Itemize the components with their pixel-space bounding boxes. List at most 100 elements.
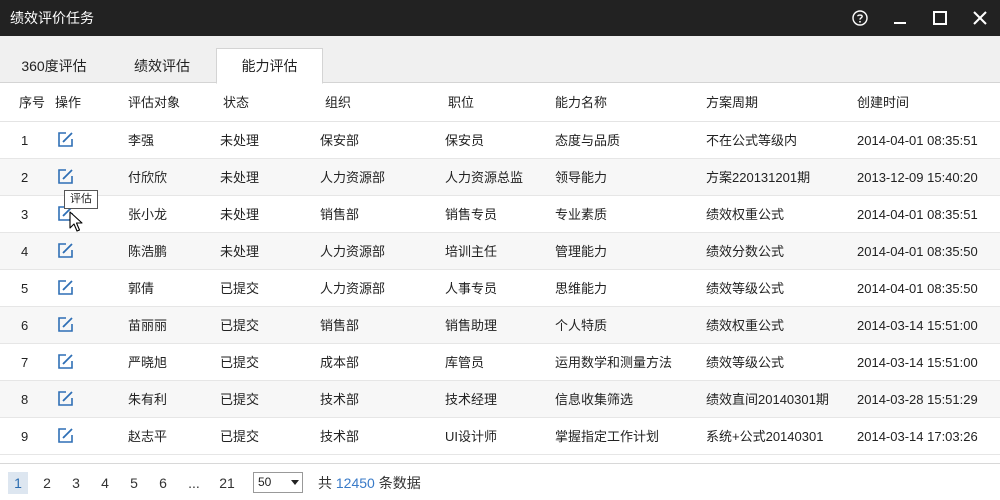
close-icon <box>973 11 987 25</box>
cell-status: 已提交 <box>220 355 260 370</box>
edit-icon[interactable] <box>57 390 74 407</box>
table-row[interactable]: 8 朱有利 已提交 技术部 技术经理 信息收集筛选 绩效直间20140301期 2014-03… <box>0 381 1000 418</box>
edit-icon[interactable] <box>57 168 74 185</box>
cell-ability: 管理能力 <box>555 244 608 259</box>
cell-position: UI设计师 <box>445 429 498 444</box>
page-button-2[interactable]: 2 <box>37 472 57 494</box>
tab-ability-evaluation[interactable]: 能力评估 <box>216 48 323 84</box>
cell-created: 2014-04-01 08:35:50 <box>857 244 978 259</box>
cell-created: 2014-03-14 15:51:00 <box>857 318 978 333</box>
table-row[interactable]: 2 付欣欣 未处理 人力资源部 人力资源总监 领导能力 方案220131201期 2013-1… <box>0 159 1000 196</box>
cell-org: 销售部 <box>320 207 360 222</box>
table-row[interactable]: 1 李强 未处理 保安部 保安员 态度与品质 不在公式等级内 2014-04-01 08:35… <box>0 122 1000 159</box>
edit-icon[interactable] <box>57 242 74 259</box>
cell-status: 已提交 <box>220 281 260 296</box>
column-header-subject[interactable]: 评估对象 <box>128 84 180 122</box>
table-row[interactable]: 3 张小龙 未处理 销售部 销售专员 专业素质 绩效权重公式 2014-04-01 08:35… <box>0 196 1000 233</box>
total-count: 12450 <box>335 475 375 491</box>
cell-org: 人力资源部 <box>320 170 386 185</box>
cell-status: 已提交 <box>220 429 260 444</box>
edit-icon[interactable] <box>57 316 74 333</box>
cell-position: 销售专员 <box>445 207 498 222</box>
column-header-status[interactable]: 状态 <box>223 84 249 122</box>
cell-no: 5 <box>21 281 29 296</box>
cell-cycle: 绩效等级公式 <box>706 355 785 370</box>
column-header-org[interactable]: 组织 <box>325 84 351 122</box>
table-row[interactable]: 9 赵志平 已提交 技术部 UI设计师 掌握指定工作计划 系统+公式20140301 2014… <box>0 418 1000 455</box>
cell-ability: 信息收集筛选 <box>555 392 634 407</box>
edit-icon[interactable] <box>57 279 74 296</box>
pagination-ellipsis: ... <box>188 475 200 491</box>
cell-position: 销售助理 <box>445 318 498 333</box>
cell-subject: 陈浩鹏 <box>128 244 168 259</box>
cell-cycle: 绩效直间20140301期 <box>706 392 829 407</box>
mouse-cursor-icon <box>69 211 83 232</box>
cell-org: 保安部 <box>320 133 360 148</box>
total-count-text: 共 12450 条数据 <box>318 472 421 494</box>
cell-created: 2013-12-09 15:40:20 <box>857 170 978 185</box>
cell-created: 2014-04-01 08:35:51 <box>857 133 978 148</box>
pagination: 1 2 3 4 5 6... 21 50 共 12450 条数据 <box>0 463 1000 500</box>
window-title: 绩效评价任务 <box>10 10 94 26</box>
cell-ability: 态度与品质 <box>555 133 621 148</box>
table-row[interactable]: 4 陈浩鹏 未处理 人力资源部 培训主任 管理能力 绩效分数公式 2014-04-01 08:… <box>0 233 1000 270</box>
cell-created: 2014-04-01 08:35:50 <box>857 281 978 296</box>
cell-position: 保安员 <box>445 133 485 148</box>
close-button[interactable] <box>960 0 1000 36</box>
tab-performance-evaluation[interactable]: 绩效评估 <box>108 48 216 83</box>
cell-no: 9 <box>21 429 29 444</box>
minimize-icon <box>894 22 906 24</box>
page-button-1[interactable]: 1 <box>8 472 28 494</box>
column-header-created[interactable]: 创建时间 <box>857 84 909 122</box>
cell-subject: 郭倩 <box>128 281 155 296</box>
tab-bar: 360度评估 绩效评估 能力评估 <box>0 36 1000 84</box>
cell-ability: 运用数学和测量方法 <box>555 355 673 370</box>
page-button-3[interactable]: 3 <box>66 472 86 494</box>
cell-cycle: 绩效分数公式 <box>706 244 785 259</box>
cell-status: 已提交 <box>220 318 260 333</box>
page-button-6[interactable]: 6 <box>153 472 173 494</box>
tab-360-evaluation[interactable]: 360度评估 <box>0 48 108 83</box>
minimize-button[interactable] <box>880 0 920 36</box>
cell-subject: 严晓旭 <box>128 355 168 370</box>
page-button-4[interactable]: 4 <box>95 472 115 494</box>
total-suffix: 条数据 <box>378 475 421 491</box>
page-button-21[interactable]: 21 <box>212 472 242 494</box>
maximize-button[interactable] <box>920 0 960 36</box>
cell-no: 1 <box>21 133 29 148</box>
page-button-5[interactable]: 5 <box>124 472 144 494</box>
cell-status: 未处理 <box>220 133 260 148</box>
cell-cycle: 绩效权重公式 <box>706 207 785 222</box>
cell-cycle: 不在公式等级内 <box>706 133 798 148</box>
edit-icon[interactable] <box>57 131 74 148</box>
cell-status: 已提交 <box>220 392 260 407</box>
edit-icon[interactable] <box>57 427 74 444</box>
cell-position: 人力资源总监 <box>445 170 524 185</box>
column-header-cycle[interactable]: 方案周期 <box>706 84 758 122</box>
table-row[interactable]: 7 严晓旭 已提交 成本部 库管员 运用数学和测量方法 绩效等级公式 2014-03-14 1… <box>0 344 1000 381</box>
cell-org: 人力资源部 <box>320 244 386 259</box>
column-header-ability[interactable]: 能力名称 <box>555 84 607 122</box>
edit-icon[interactable] <box>57 353 74 370</box>
column-header-action: 操作 <box>55 95 82 110</box>
column-header-position[interactable]: 职位 <box>448 84 474 122</box>
column-header-no: 序号 <box>19 95 46 110</box>
cell-org: 成本部 <box>320 355 360 370</box>
cell-cycle: 方案220131201期 <box>706 170 811 185</box>
cell-cycle: 系统+公式20140301 <box>706 429 824 444</box>
cell-subject: 付欣欣 <box>128 170 168 185</box>
tooltip: 评估 <box>64 190 98 209</box>
cell-org: 人力资源部 <box>320 281 386 296</box>
page-size-value: 50 <box>258 475 272 489</box>
table-row[interactable]: 5 郭倩 已提交 人力资源部 人事专员 思维能力 绩效等级公式 2014-04-01 08:3… <box>0 270 1000 307</box>
table-row[interactable]: 6 苗丽丽 已提交 销售部 销售助理 个人特质 绩效权重公式 2014-03-14 15:51… <box>0 307 1000 344</box>
maximize-icon <box>933 11 947 25</box>
help-button[interactable] <box>840 0 880 36</box>
cell-cycle: 绩效权重公式 <box>706 318 785 333</box>
dropdown-arrow-icon <box>291 480 299 485</box>
cell-no: 6 <box>21 318 29 333</box>
cell-no: 2 <box>21 170 29 185</box>
title-bar: 绩效评价任务 <box>0 0 1000 36</box>
cell-created: 2014-03-14 17:03:26 <box>857 429 978 444</box>
page-size-select[interactable]: 50 <box>253 472 303 493</box>
